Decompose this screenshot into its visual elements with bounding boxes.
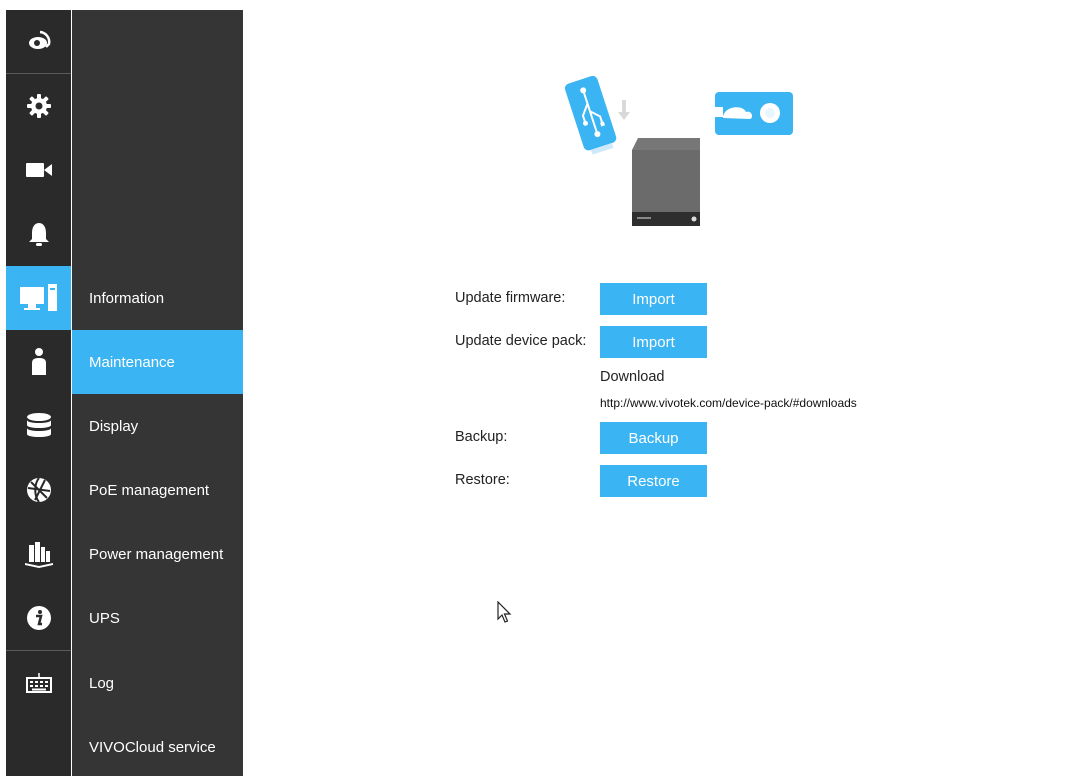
rail-item-settings[interactable]: [6, 74, 71, 138]
submenu-item-label: Display: [89, 417, 139, 435]
rail-item-security[interactable]: [6, 522, 71, 586]
security-icon: [24, 542, 53, 568]
rail-item-network[interactable]: [6, 458, 71, 522]
app-window: Information Maintenance Display PoE mana…: [0, 0, 1082, 776]
submenu-item-label: Information: [89, 289, 165, 307]
restore-label: Restore:: [455, 472, 510, 488]
maintenance-illustration: [564, 75, 793, 226]
info-icon: [26, 606, 51, 630]
bell-icon: [28, 223, 49, 246]
sub-menu: Information Maintenance Display PoE mana…: [72, 10, 243, 776]
rail-item-alerts[interactable]: [6, 202, 71, 266]
icon-rail: [6, 10, 71, 776]
nvr-device-icon: [632, 138, 700, 226]
keyboard-icon: [25, 673, 52, 693]
submenu-item-label: Log: [89, 674, 115, 692]
submenu-item-information[interactable]: Information: [72, 266, 243, 330]
device-pack-download-link[interactable]: http://www.vivotek.com/device-pack/#down…: [600, 396, 857, 410]
monitor-system-icon: [19, 284, 57, 311]
cloud-connection-icon: [713, 92, 793, 135]
submenu-item-label: VIVOCloud service: [89, 738, 216, 756]
import-firmware-button[interactable]: Import: [600, 283, 707, 315]
video-camera-icon: [25, 163, 52, 177]
submenu-item-label: UPS: [89, 609, 120, 627]
rail-item-info[interactable]: [6, 586, 71, 650]
camera-live-view-icon: [28, 30, 50, 49]
submenu-item-vivocloud-service[interactable]: VIVOCloud service: [72, 715, 243, 776]
backup-label: Backup:: [455, 429, 508, 445]
update-device-pack-label: Update device pack:: [455, 333, 587, 349]
submenu-item-poe-management[interactable]: PoE management: [72, 458, 243, 522]
submenu-item-display[interactable]: Display: [72, 394, 243, 458]
person-icon: [31, 348, 46, 375]
database-icon: [26, 413, 51, 437]
submenu-item-label: Maintenance: [89, 353, 175, 371]
update-firmware-label: Update firmware:: [455, 290, 566, 306]
rail-item-users[interactable]: [6, 330, 71, 394]
rail-item-system[interactable]: [6, 266, 71, 330]
download-title: Download: [600, 369, 665, 385]
submenu-item-ups[interactable]: UPS: [72, 586, 243, 650]
import-device-pack-button[interactable]: Import: [600, 326, 707, 358]
submenu-item-maintenance[interactable]: Maintenance: [72, 330, 243, 394]
backup-button[interactable]: Backup: [600, 422, 707, 454]
rail-item-keyboard[interactable]: [6, 651, 71, 715]
submenu-item-label: PoE management: [89, 481, 210, 499]
gear-icon: [26, 94, 51, 118]
rail-item-camera[interactable]: [6, 138, 71, 202]
mouse-pointer-icon: [497, 601, 512, 623]
network-globe-icon: [26, 477, 51, 503]
down-arrow-icon: [618, 100, 630, 120]
submenu-item-log[interactable]: Log: [72, 651, 243, 715]
submenu-item-label: Power management: [89, 545, 224, 563]
rail-item-live-view[interactable]: [6, 10, 71, 74]
usb-drive-icon: [564, 75, 617, 155]
restore-button[interactable]: Restore: [600, 465, 707, 497]
submenu-item-power-management[interactable]: Power management: [72, 522, 243, 586]
rail-item-storage[interactable]: [6, 394, 71, 458]
